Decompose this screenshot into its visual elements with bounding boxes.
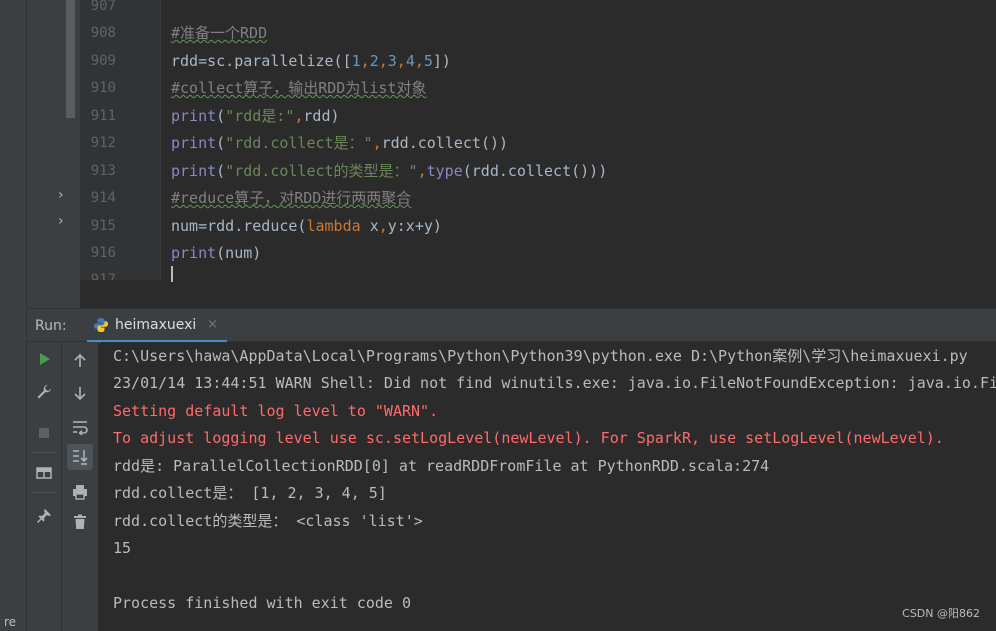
gutter-divider	[160, 0, 161, 280]
code-text: :x+y)	[396, 217, 442, 235]
code-builtin: print	[171, 134, 217, 152]
chevron-right-icon[interactable]: ›	[58, 188, 70, 202]
code-param: x	[369, 217, 379, 235]
line-number: 914	[90, 190, 116, 206]
code-line[interactable]: print("rdd.collect是：",rdd.collect())	[171, 133, 508, 153]
console-output[interactable]: C:\Users\hawa\AppData\Local\Programs\Pyt…	[100, 342, 996, 631]
code-builtin: print	[171, 162, 217, 180]
left-tool-strip: re	[0, 0, 27, 631]
code-text: ])	[432, 52, 451, 70]
code-number: 3	[387, 52, 397, 70]
run-icon[interactable]	[31, 346, 57, 372]
console-line: Setting default log level to "WARN".	[113, 402, 439, 420]
text-caret	[171, 266, 173, 282]
code-text: (num)	[216, 244, 262, 262]
run-toolwindow-header: Run: heimaxuexi ×	[27, 308, 996, 343]
wrench-icon[interactable]	[31, 379, 57, 405]
arrow-up-icon[interactable]	[67, 348, 93, 374]
code-comment: #reduce算子，对RDD进行两两聚合	[171, 189, 412, 207]
code-keyword: lambda	[306, 217, 361, 235]
code-text: rdd.collect())	[381, 134, 509, 152]
run-tab-label: heimaxuexi	[115, 317, 197, 333]
project-scrollbar[interactable]	[66, 0, 75, 118]
trash-icon[interactable]	[67, 509, 93, 535]
code-line[interactable]: print("rdd是:",rdd)	[171, 106, 340, 126]
line-number: 913	[90, 163, 116, 179]
code-number: 2	[369, 52, 379, 70]
line-number: 909	[90, 53, 116, 69]
run-label: Run:	[35, 318, 67, 334]
code-text: num=rdd.reduce(	[171, 217, 307, 235]
console-line: C:\Users\hawa\AppData\Local\Programs\Pyt…	[113, 347, 968, 365]
code-text: rdd=sc.parallelize([	[171, 52, 352, 70]
console-line: rdd是: ParallelCollectionRDD[0] at readRD…	[113, 457, 770, 475]
console-line: To adjust logging level use sc.setLogLev…	[113, 429, 944, 447]
code-builtin: print	[171, 107, 217, 125]
code-string: "rdd.collect是："	[225, 134, 373, 152]
console-line: rdd.collect是： [1, 2, 3, 4, 5]	[113, 484, 387, 502]
code-param: y	[387, 217, 397, 235]
line-number: 916	[90, 245, 116, 261]
code-line[interactable]: rdd=sc.parallelize([1,2,3,4,5])	[171, 51, 451, 71]
line-number: 910	[90, 80, 116, 96]
line-number: 911	[90, 108, 116, 124]
code-text: rdd)	[303, 107, 340, 125]
scroll-to-end-icon[interactable]	[67, 444, 93, 470]
line-number: 907	[90, 0, 116, 14]
stop-icon[interactable]	[31, 420, 57, 446]
pin-icon[interactable]	[31, 503, 57, 529]
arrow-down-icon[interactable]	[67, 380, 93, 406]
line-number: 908	[90, 25, 116, 41]
code-number: 1	[351, 52, 361, 70]
code-line[interactable]: #collect算子，输出RDD为list对象	[171, 78, 426, 98]
code-comment: #准备一个RDD	[171, 24, 268, 42]
python-icon	[93, 317, 109, 333]
editor-bottom-area	[80, 280, 996, 308]
code-line[interactable]: num=rdd.reduce(lambda x,y:x+y)	[171, 216, 442, 236]
run-toolbar-secondary	[62, 342, 99, 631]
watermark: CSDN @阳862	[902, 607, 980, 620]
code-builtin: print	[171, 244, 217, 262]
console-line: Process finished with exit code 0	[113, 594, 412, 612]
run-toolbar-primary	[27, 342, 62, 631]
code-line[interactable]: #准备一个RDD	[171, 23, 267, 43]
code-text: (rdd.collect()))	[462, 162, 608, 180]
console-line: 15	[113, 539, 132, 557]
code-line[interactable]: print("rdd.collect的类型是：",type(rdd.collec…	[171, 161, 607, 181]
code-string: "rdd.collect的类型是："	[225, 162, 418, 180]
print-icon[interactable]	[67, 479, 93, 505]
soft-wrap-icon[interactable]	[67, 414, 93, 440]
code-number: 5	[423, 52, 433, 70]
run-tab[interactable]: heimaxuexi ×	[87, 309, 227, 343]
code-line[interactable]: #reduce算子，对RDD进行两两聚合	[171, 188, 411, 208]
code-comment: #collect算子，输出RDD为list对象	[171, 79, 427, 97]
code-number: 4	[405, 52, 415, 70]
layout-icon[interactable]	[31, 460, 57, 486]
code-line[interactable]: print(num)	[171, 243, 261, 263]
line-number: 915	[90, 218, 116, 234]
line-number: 912	[90, 135, 116, 151]
console-line: 23/01/14 13:44:51 WARN Shell: Did not fi…	[113, 374, 996, 392]
chevron-right-icon[interactable]: ›	[58, 214, 70, 228]
console-line: rdd.collect的类型是： <class 'list'>	[113, 512, 423, 530]
code-string: "rdd是:"	[225, 107, 295, 125]
line-number: 917	[90, 272, 116, 280]
code-builtin: type	[426, 162, 463, 180]
strip-label: re	[4, 615, 17, 629]
close-icon[interactable]: ×	[207, 317, 218, 332]
